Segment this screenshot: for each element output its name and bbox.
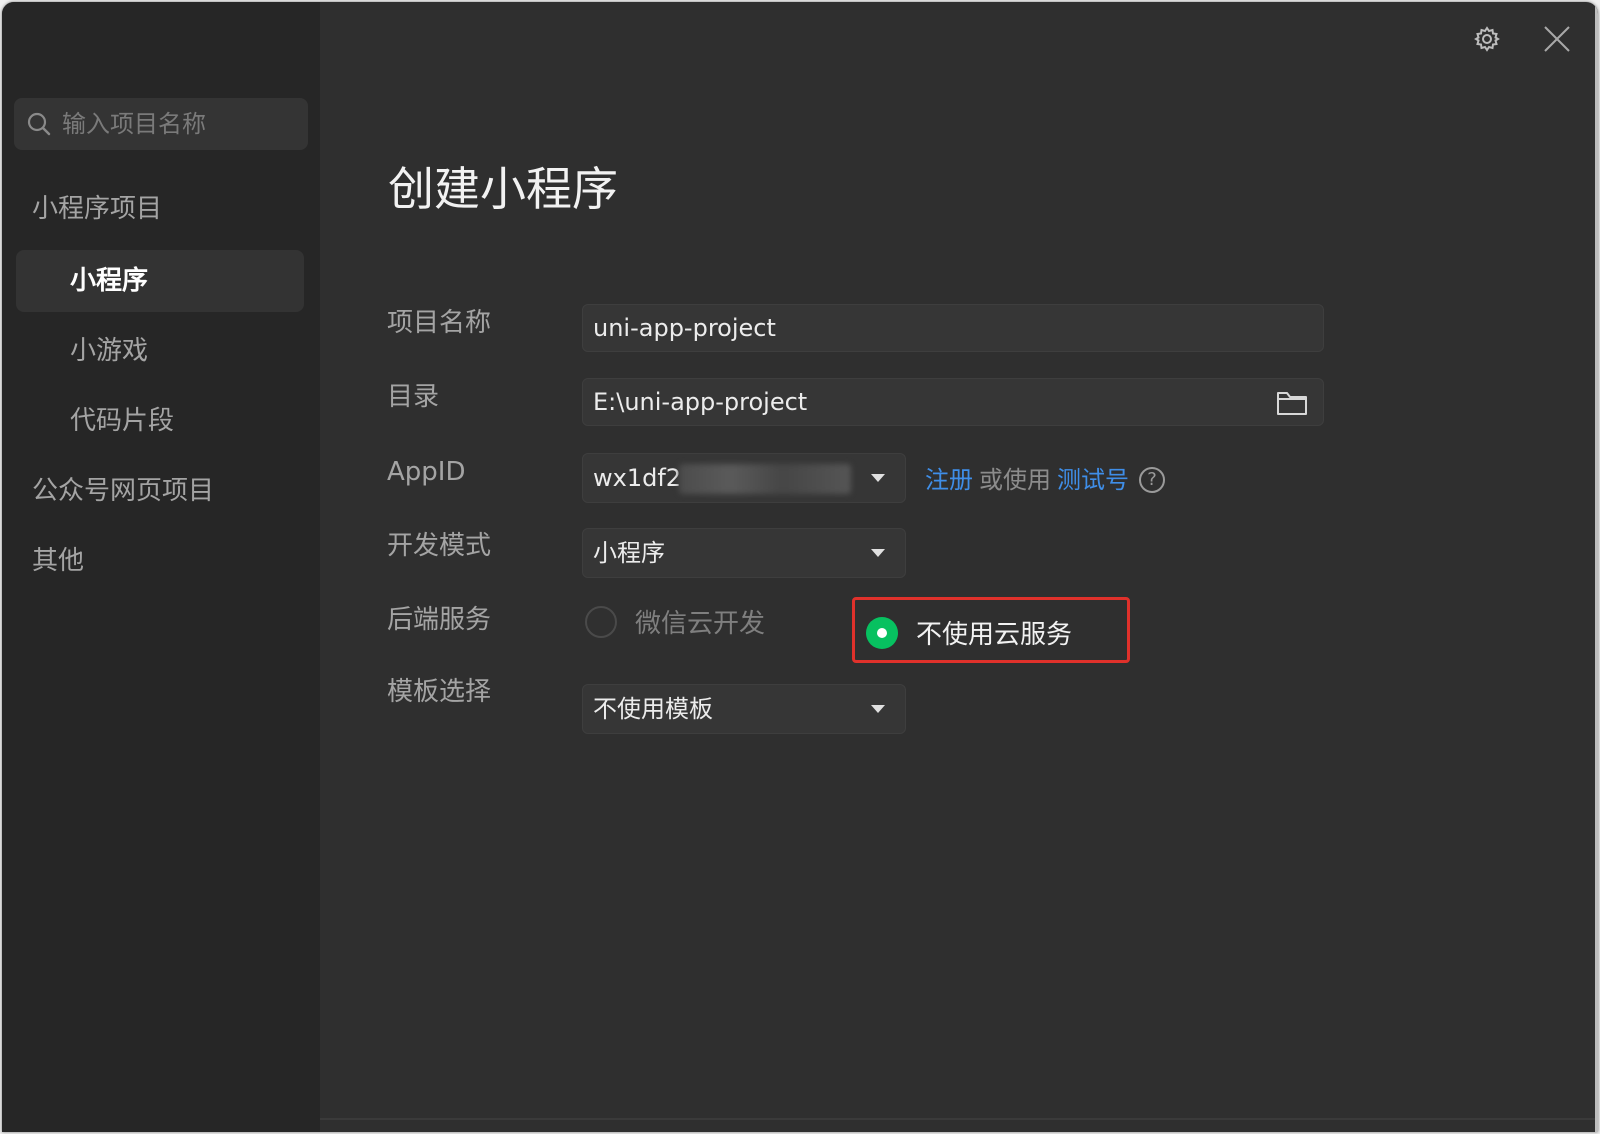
radio-no-cloud[interactable]: 不使用云服务 (866, 614, 1072, 651)
chevron-down-icon (871, 705, 885, 713)
radio-no-cloud-label: 不使用云服务 (916, 620, 1073, 650)
backend-label: 后端服务 (387, 605, 492, 635)
sidebar-item-minigame[interactable]: 小游戏 (16, 320, 304, 382)
settings-button[interactable] (1470, 22, 1504, 56)
template-select[interactable]: 不使用模板 (582, 684, 906, 734)
sidebar-item-code-snippet[interactable]: 代码片段 (16, 390, 304, 452)
template-value: 不使用模板 (593, 695, 713, 723)
project-name-label: 项目名称 (387, 308, 492, 338)
radio-wechat-cloud[interactable]: 微信云开发 (585, 603, 765, 640)
directory-label: 目录 (387, 382, 440, 412)
create-project-dialog: 小程序项目 小程序 小游戏 代码片段 公众号网页项目 其他 创建小程序 项目名称… (2, 2, 1598, 1132)
dev-mode-select[interactable]: 小程序 (582, 528, 906, 578)
or-use-text: 或使用 (979, 466, 1051, 494)
appid-label: AppID (387, 457, 466, 487)
sidebar-group-miniprogram-projects[interactable]: 小程序项目 (32, 192, 162, 226)
page-title: 创建小程序 (388, 162, 618, 216)
gear-icon (1474, 26, 1500, 52)
footer-divider (320, 1118, 1598, 1120)
test-account-link[interactable]: 测试号 (1057, 463, 1129, 497)
sidebar: 小程序项目 小程序 小游戏 代码片段 公众号网页项目 其他 (2, 2, 320, 1132)
help-icon[interactable]: ? (1139, 467, 1165, 493)
search-box[interactable] (14, 98, 308, 150)
folder-icon (1277, 392, 1307, 415)
register-link[interactable]: 注册 (925, 463, 973, 497)
close-button[interactable] (1540, 22, 1574, 56)
directory-input[interactable] (582, 378, 1324, 426)
appid-redacted-mask (679, 464, 851, 494)
search-input[interactable] (60, 109, 294, 139)
sidebar-group-official-account-web[interactable]: 公众号网页项目 (32, 474, 214, 508)
radio-circle-checked (866, 616, 898, 649)
dev-mode-value: 小程序 (593, 539, 665, 567)
radio-wechat-cloud-label: 微信云开发 (635, 609, 766, 639)
search-icon (27, 112, 51, 136)
chevron-down-icon (871, 474, 885, 482)
project-name-input[interactable] (582, 304, 1324, 352)
chevron-down-icon (871, 549, 885, 557)
radio-circle-unchecked (585, 605, 617, 638)
browse-folder-button[interactable] (1272, 383, 1312, 423)
close-icon (1544, 26, 1570, 52)
template-label: 模板选择 (387, 677, 492, 707)
appid-links: 注册 或使用 测试号 ? (925, 463, 1165, 497)
appid-value: wx1df2 (593, 464, 682, 492)
sidebar-group-other[interactable]: 其他 (32, 544, 84, 578)
sidebar-item-miniprogram[interactable]: 小程序 (16, 250, 304, 312)
window-edge (1595, 2, 1598, 1132)
appid-select[interactable]: wx1df2 (582, 453, 906, 503)
dev-mode-label: 开发模式 (387, 531, 492, 561)
